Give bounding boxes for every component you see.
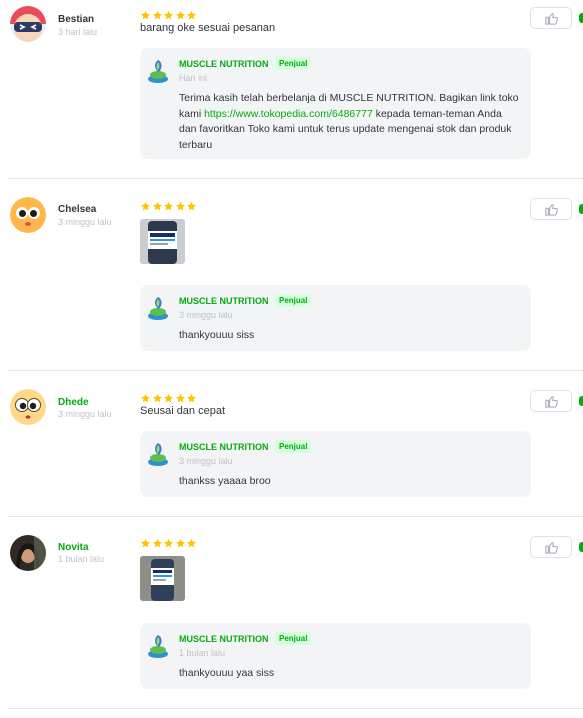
like-button[interactable] <box>530 7 572 29</box>
star-icon <box>140 391 151 403</box>
seller-name[interactable]: MUSCLE NUTRITION <box>179 634 269 644</box>
star-icon <box>140 536 151 548</box>
review-photo[interactable] <box>140 219 185 264</box>
star-icon <box>175 8 186 20</box>
reviewer-name[interactable]: Novita <box>58 542 89 553</box>
rating-stars <box>140 8 198 20</box>
seller-badge: Penjual <box>275 294 312 307</box>
reply-text: thankss yaaaa broo <box>179 475 271 487</box>
seller-logo-icon <box>147 441 169 467</box>
reviewer-name[interactable]: Bestian <box>58 14 94 25</box>
star-icon <box>163 536 174 548</box>
review-photo[interactable] <box>140 556 185 601</box>
star-icon <box>152 8 163 20</box>
divider <box>8 516 583 517</box>
avatar[interactable] <box>10 535 46 571</box>
star-icon <box>175 536 186 548</box>
avatar-image <box>10 389 46 425</box>
star-icon <box>140 199 151 211</box>
seller-logo-icon <box>147 633 169 659</box>
seller-reply: MUSCLE NUTRITION Penjual 3 minggu lalu t… <box>140 285 531 351</box>
reply-time: Hari ini <box>179 73 208 83</box>
star-icon <box>152 536 163 548</box>
review-time: 3 hari lalu <box>58 27 98 37</box>
star-icon <box>163 199 174 211</box>
thumbs-up-icon <box>545 396 558 408</box>
star-icon <box>186 8 197 20</box>
star-icon <box>152 199 163 211</box>
star-icon <box>163 8 174 20</box>
divider <box>8 708 583 709</box>
seller-name[interactable]: MUSCLE NUTRITION <box>179 59 269 69</box>
reply-time: 3 minggu lalu <box>179 456 233 466</box>
reply-text: thankyouuu siss <box>179 329 255 341</box>
rating-stars <box>140 391 198 403</box>
reply-time: 3 minggu lalu <box>179 310 233 320</box>
more-indicator <box>579 396 583 406</box>
seller-logo-icon <box>147 58 169 84</box>
reviewer-name[interactable]: Dhede <box>58 397 89 408</box>
seller-badge: Penjual <box>275 632 312 645</box>
like-button[interactable] <box>530 198 572 220</box>
avatar[interactable] <box>10 197 46 233</box>
divider <box>8 178 583 179</box>
star-icon <box>175 199 186 211</box>
divider <box>8 370 583 371</box>
store-link[interactable]: https://www.tokopedia.com/6486777 <box>204 108 373 120</box>
thumbs-up-icon <box>545 542 558 554</box>
seller-badge: Penjual <box>275 440 312 453</box>
avatar-image <box>10 197 46 233</box>
seller-reply: MUSCLE NUTRITION Penjual 3 minggu lalu t… <box>140 431 531 497</box>
review-time: 1 bulan lalu <box>58 554 105 564</box>
more-indicator <box>579 204 583 214</box>
seller-name[interactable]: MUSCLE NUTRITION <box>179 442 269 452</box>
rating-stars <box>140 199 198 211</box>
reply-text: thankyouuu yaa siss <box>179 667 275 679</box>
review-text: barang oke sesuai pesanan <box>140 22 276 34</box>
like-button[interactable] <box>530 390 572 412</box>
star-icon <box>186 199 197 211</box>
seller-reply: MUSCLE NUTRITION Penjual Hari ini Terima… <box>140 48 531 159</box>
avatar-image <box>10 6 46 42</box>
reply-text: Terima kasih telah berbelanja di MUSCLE … <box>179 91 519 153</box>
star-icon <box>140 8 151 20</box>
like-button[interactable] <box>530 536 572 558</box>
reply-time: 1 bulan lalu <box>179 648 226 658</box>
seller-reply: MUSCLE NUTRITION Penjual 1 bulan lalu th… <box>140 623 531 689</box>
more-indicator <box>579 542 583 552</box>
star-icon <box>175 391 186 403</box>
star-icon <box>163 391 174 403</box>
reviewer-name[interactable]: Chelsea <box>58 204 96 215</box>
thumbs-up-icon <box>545 13 558 25</box>
thumbs-up-icon <box>545 204 558 216</box>
review-text: Seusai dan cepat <box>140 405 226 417</box>
star-icon <box>186 391 197 403</box>
seller-badge: Penjual <box>275 57 312 70</box>
avatar[interactable] <box>10 6 46 42</box>
star-icon <box>152 391 163 403</box>
review-time: 3 minggu lalu <box>58 409 112 419</box>
more-indicator <box>579 13 583 23</box>
avatar[interactable] <box>10 389 46 425</box>
star-icon <box>186 536 197 548</box>
seller-name[interactable]: MUSCLE NUTRITION <box>179 296 269 306</box>
review-time: 3 minggu lalu <box>58 217 112 227</box>
avatar-image <box>10 535 46 571</box>
seller-logo-icon <box>147 295 169 321</box>
rating-stars <box>140 536 198 548</box>
